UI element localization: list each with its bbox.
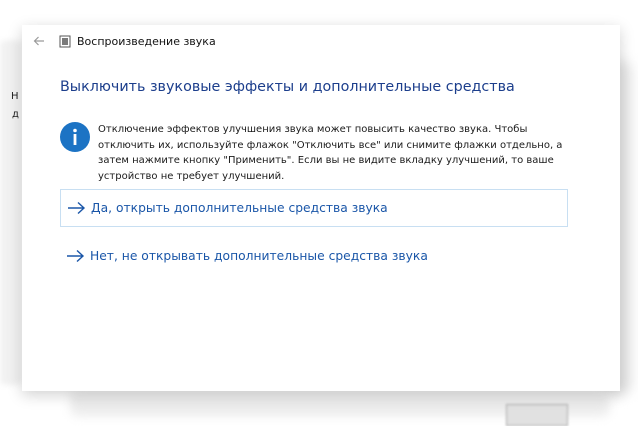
background-text-fragment: Н [11,91,19,102]
back-arrow-icon [33,36,44,46]
playback-dialog: Воспроизведение звука Выключить звуковые… [22,25,620,391]
info-text: Отключение эффектов улучшения звука може… [98,124,563,182]
document-icon [58,35,71,48]
arrow-right-icon [68,201,86,215]
back-button[interactable] [26,28,52,54]
title-bar: Воспроизведение звука [22,25,620,57]
background-button [506,404,568,426]
dont-open-audio-tools-label: Нет, не открывать дополнительные средств… [90,249,428,263]
background-text-fragment: д [12,109,19,120]
dont-open-audio-tools-link[interactable]: Нет, не открывать дополнительные средств… [60,237,568,275]
window-title: Воспроизведение звука [77,34,216,48]
open-audio-tools-label: Да, открыть дополнительные средства звук… [91,201,388,215]
info-message: Отключение эффектов улучшения звука може… [60,122,590,184]
dialog-content: Выключить звуковые эффекты и дополнитель… [60,79,590,184]
open-audio-tools-link[interactable]: Да, открыть дополнительные средства звук… [60,189,568,227]
arrow-right-icon [67,249,85,263]
page-title: Выключить звуковые эффекты и дополнитель… [60,79,515,95]
info-icon [60,122,90,152]
